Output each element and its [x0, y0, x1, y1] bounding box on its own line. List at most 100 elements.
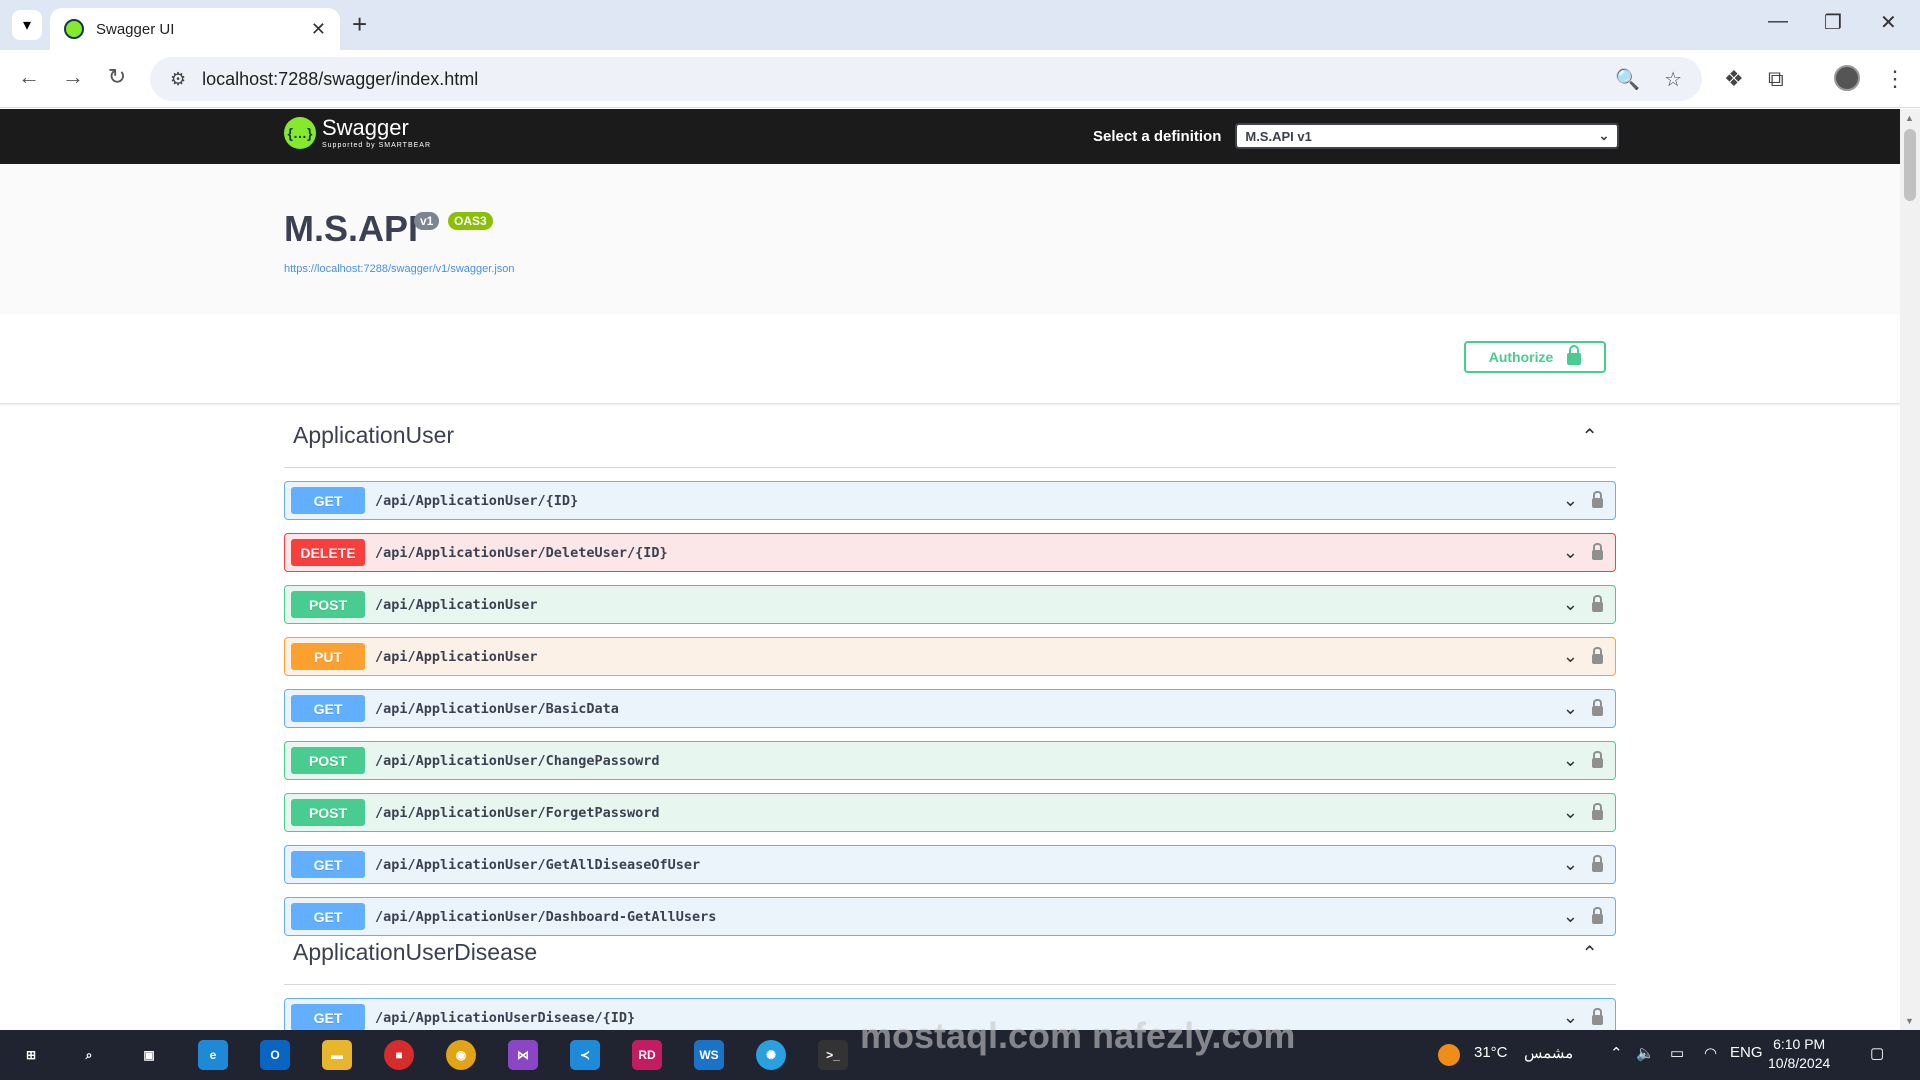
volume-icon[interactable]: 🔈 — [1636, 1044, 1655, 1062]
spec-url-link[interactable]: https://localhost:7288/swagger/v1/swagge… — [284, 263, 515, 275]
lock-icon[interactable] — [1592, 542, 1603, 560]
operation-path: /api/ApplicationUser — [375, 596, 538, 613]
operation-row[interactable]: POST/api/ApplicationUser/ForgetPassword ⌄ — [284, 793, 1616, 832]
chevron-up-icon[interactable]: ⌃ — [1581, 941, 1598, 966]
wifi-icon[interactable]: ◠ — [1704, 1044, 1717, 1062]
chevron-down-icon[interactable]: ⌄ — [1563, 854, 1578, 875]
browser-tab[interactable]: Swagger UI ✕ — [50, 8, 340, 50]
method-badge: POST — [291, 591, 365, 618]
close-window-icon[interactable]: ✕ — [1880, 10, 1897, 35]
operation-row[interactable]: GET/api/ApplicationUser/{ID} ⌄ — [284, 481, 1616, 520]
battery-icon[interactable]: ▭ — [1670, 1044, 1684, 1062]
tag-header[interactable]: ApplicationUserDisease ⌃ — [284, 921, 1616, 985]
chevron-down-icon[interactable]: ⌄ — [1563, 802, 1578, 823]
swagger-topbar: {…} Swagger Supported by SMARTBEAR Selec… — [0, 109, 1900, 164]
search-icon[interactable]: ⌕ — [74, 1040, 104, 1070]
authorize-button[interactable]: Authorize — [1464, 341, 1606, 373]
api-info: M.S.API v1 OAS3 https://localhost:7288/s… — [0, 164, 1900, 314]
operation-row[interactable]: PUT/api/ApplicationUser ⌄ — [284, 637, 1616, 676]
chrome-icon[interactable]: ◉ — [446, 1040, 476, 1070]
tag-title: ApplicationUserDisease — [293, 939, 538, 965]
reload-icon[interactable]: ↻ — [102, 64, 132, 90]
tab-search-dropdown-icon[interactable]: ▾ — [12, 10, 42, 40]
chevron-down-icon[interactable]: ⌄ — [1563, 750, 1578, 771]
site-info-icon[interactable]: ⚙ — [170, 69, 186, 90]
operation-row[interactable]: POST/api/ApplicationUser/ChangePassowrd ⌄ — [284, 741, 1616, 780]
tag-header[interactable]: ApplicationUser ⌃ — [284, 404, 1616, 468]
operation-row[interactable]: POST/api/ApplicationUser ⌄ — [284, 585, 1616, 624]
scroll-down-icon[interactable]: ▼ — [1905, 1016, 1914, 1026]
chevron-down-icon[interactable]: ⌄ — [1563, 698, 1578, 719]
api-title: M.S.API — [284, 208, 419, 249]
watermark: mostaql.com nafezly.com — [860, 1015, 1296, 1056]
app-blue-icon[interactable]: ✺ — [756, 1040, 786, 1070]
chevron-down-icon[interactable]: ⌄ — [1563, 1007, 1578, 1028]
lock-icon[interactable] — [1592, 1007, 1603, 1025]
tray-chevron-icon[interactable]: ⌃ — [1610, 1044, 1623, 1062]
terminal-icon[interactable]: >_ — [818, 1040, 848, 1070]
lock-icon[interactable] — [1592, 750, 1603, 768]
page-viewport: {…} Swagger Supported by SMARTBEAR Selec… — [0, 109, 1900, 1030]
bookmark-star-icon[interactable]: ☆ — [1664, 67, 1682, 92]
chevron-down-icon[interactable]: ⌄ — [1563, 594, 1578, 615]
vscode-icon[interactable]: ≺ — [570, 1040, 600, 1070]
visual-studio-icon[interactable]: ⋈ — [508, 1040, 538, 1070]
weather-desc[interactable]: مشمس — [1524, 1044, 1573, 1062]
chevron-down-icon[interactable]: ⌄ — [1563, 542, 1578, 563]
method-badge: GET — [291, 695, 365, 722]
operation-row[interactable]: GET/api/ApplicationUser/GetAllDiseaseOfU… — [284, 845, 1616, 884]
method-badge: DELETE — [291, 539, 365, 566]
edge-icon[interactable]: e — [198, 1040, 228, 1070]
webstorm-icon[interactable]: WS — [694, 1040, 724, 1070]
tab-title: Swagger UI — [96, 20, 175, 38]
chevron-down-icon: ⌄ — [1598, 128, 1610, 143]
forward-icon[interactable]: → — [58, 64, 88, 90]
lock-icon[interactable] — [1592, 646, 1603, 664]
swagger-favicon-icon — [64, 19, 84, 39]
extensions-puzzle-icon[interactable]: ⧉ — [1768, 66, 1784, 92]
browser-menu-icon[interactable]: ⋮ — [1884, 66, 1906, 92]
back-icon[interactable]: ← — [14, 64, 44, 90]
app-red-icon[interactable]: ■ — [384, 1040, 414, 1070]
windows-start-icon[interactable]: ⊞ — [16, 1040, 46, 1070]
page-scrollbar[interactable]: ▲ ▼ — [1900, 109, 1920, 1030]
restore-icon[interactable]: ❐ — [1824, 10, 1842, 35]
tag-section-applicationuser: ApplicationUser ⌃ GET/api/ApplicationUse… — [284, 404, 1616, 936]
weather-sun-icon[interactable] — [1438, 1044, 1460, 1066]
extension-gemini-icon[interactable]: ❖ — [1724, 66, 1744, 92]
lock-icon[interactable] — [1592, 698, 1603, 716]
address-bar[interactable]: ⚙ localhost:7288/swagger/index.html 🔍 ☆ — [150, 57, 1702, 101]
file-explorer-icon[interactable]: ▬ — [322, 1040, 352, 1070]
operation-path: /api/ApplicationUser/{ID} — [375, 492, 579, 509]
weather-temp[interactable]: 31°C — [1474, 1044, 1508, 1061]
url-text[interactable]: localhost:7288/swagger/index.html — [202, 69, 1591, 90]
task-view-icon[interactable]: ▣ — [134, 1040, 164, 1070]
notifications-icon[interactable]: ▢ — [1870, 1044, 1884, 1062]
lock-icon[interactable] — [1592, 490, 1603, 508]
method-badge: POST — [291, 747, 365, 774]
version-badge: v1 — [414, 212, 440, 230]
chevron-up-icon[interactable]: ⌃ — [1581, 424, 1598, 449]
clock[interactable]: 6:10 PM 10/8/2024 — [1768, 1035, 1830, 1073]
outlook-icon[interactable]: O — [260, 1040, 290, 1070]
authorize-label: Authorize — [1488, 349, 1554, 365]
chevron-down-icon[interactable]: ⌄ — [1563, 646, 1578, 667]
chevron-down-icon[interactable]: ⌄ — [1563, 490, 1578, 511]
operation-row[interactable]: DELETE/api/ApplicationUser/DeleteUser/{I… — [284, 533, 1616, 572]
close-tab-icon[interactable]: ✕ — [311, 19, 326, 40]
language-indicator[interactable]: ENG — [1730, 1044, 1763, 1061]
zoom-icon[interactable]: 🔍 — [1615, 67, 1640, 92]
lock-icon[interactable] — [1592, 802, 1603, 820]
swagger-logo[interactable]: {…} Swagger Supported by SMARTBEAR — [284, 117, 431, 149]
new-tab-icon[interactable]: + — [352, 10, 367, 38]
lock-icon[interactable] — [1592, 854, 1603, 872]
definition-select[interactable]: M.S.API v1 ⌄ — [1235, 123, 1620, 149]
scroll-up-icon[interactable]: ▲ — [1905, 113, 1914, 123]
operation-row[interactable]: GET/api/ApplicationUser/BasicData ⌄ — [284, 689, 1616, 728]
lock-icon[interactable] — [1592, 594, 1603, 612]
scrollbar-thumb[interactable] — [1904, 129, 1916, 201]
oas-badge: OAS3 — [448, 212, 493, 230]
profile-avatar[interactable] — [1834, 65, 1860, 91]
rider-icon[interactable]: RD — [632, 1040, 662, 1070]
minimize-icon[interactable]: — — [1768, 10, 1788, 33]
